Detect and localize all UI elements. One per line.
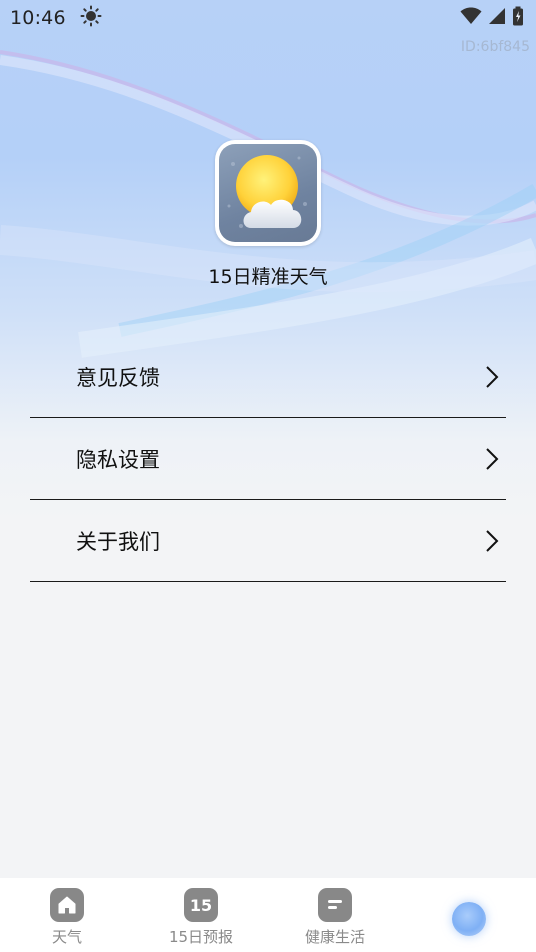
menu-item-label: 意见反馈	[76, 365, 160, 390]
bottom-tab-bar: 天气 15 15日预报 健康生活	[0, 878, 536, 952]
sun-cloud-icon	[219, 144, 317, 242]
orb-icon	[452, 902, 486, 936]
device-id: ID:6bf845	[460, 39, 530, 55]
tab-weather[interactable]: 天气	[0, 878, 134, 952]
menu-item-label: 隐私设置	[76, 447, 160, 472]
home-icon	[50, 888, 84, 922]
status-time: 10:46	[10, 7, 66, 29]
menu-item-label: 关于我们	[76, 529, 160, 554]
cellular-signal-icon	[488, 7, 506, 29]
chevron-right-icon	[486, 529, 499, 552]
tab-label: 健康生活	[304, 928, 365, 946]
chevron-right-icon	[486, 447, 499, 470]
tab-15day-forecast[interactable]: 15 15日预报	[134, 878, 268, 952]
note-icon	[318, 888, 352, 922]
calendar-15-icon: 15	[184, 888, 218, 922]
tab-label: 天气	[51, 928, 82, 946]
chevron-right-icon	[486, 365, 499, 388]
menu-item-feedback[interactable]: 意见反馈	[30, 336, 506, 418]
settings-menu: 意见反馈 隐私设置 关于我们	[30, 336, 506, 582]
tab-mine[interactable]	[402, 878, 536, 952]
app-logo	[215, 140, 321, 246]
status-bar: 10:46	[0, 0, 536, 36]
menu-item-about[interactable]: 关于我们	[30, 500, 506, 582]
wifi-icon	[460, 7, 482, 29]
menu-item-privacy[interactable]: 隐私设置	[30, 418, 506, 500]
tab-label: 15日预报	[168, 928, 234, 946]
battery-icon	[512, 6, 524, 30]
brightness-icon	[80, 5, 102, 31]
app-name: 15日精准天气	[208, 266, 328, 288]
tab-healthy-life[interactable]: 健康生活	[268, 878, 402, 952]
